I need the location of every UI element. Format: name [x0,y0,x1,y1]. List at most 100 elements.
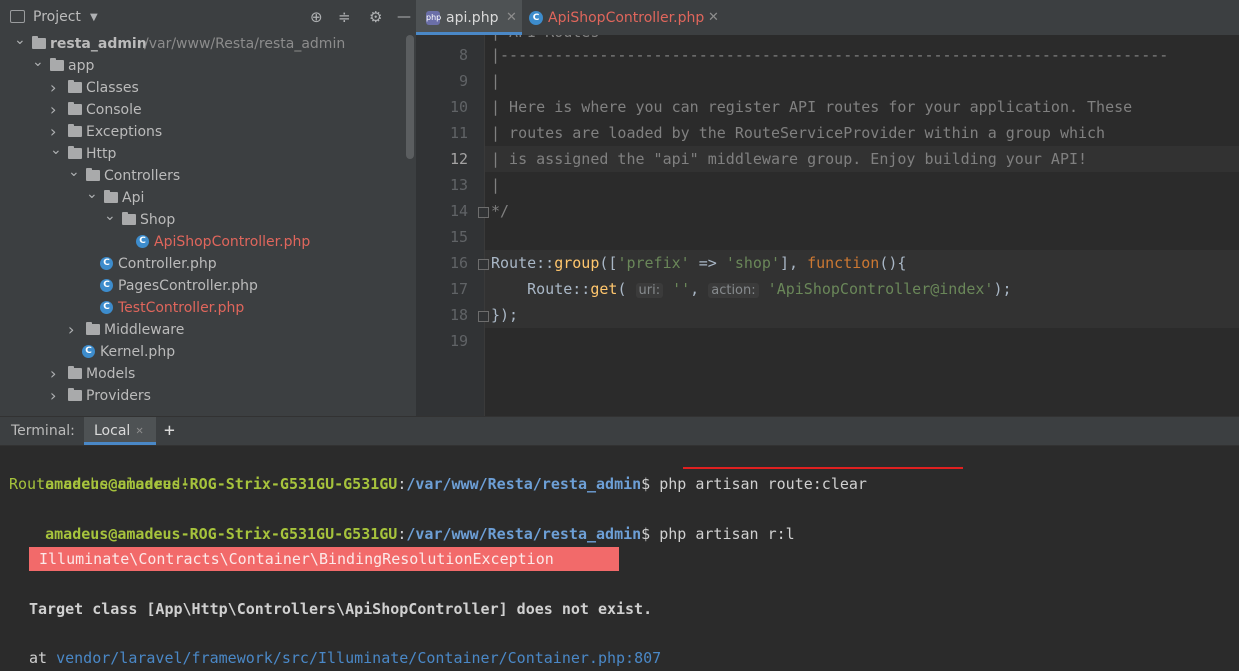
tree-folder-app[interactable]: ⌄ app [0,54,400,77]
tree-file-apishopcontroller-php[interactable]: C ApiShopController.php [0,231,400,253]
tree-item-label: PagesController.php [118,278,258,294]
parameter-hint: action: [708,283,759,298]
line-number: 13 [449,176,468,194]
code-token: => [689,254,726,272]
folder-icon [68,388,82,401]
tree-folder-providers[interactable]: › Providers [0,385,400,407]
folder-icon [104,190,118,203]
prompt-dollar: $ [641,475,651,493]
folder-icon [50,58,64,71]
trace-path[interactable]: vendor/laravel/framework/src/Illuminate/… [56,649,661,667]
tree-folder-console[interactable]: › Console [0,99,400,121]
code-token: ); [993,280,1012,298]
line-number: 12 [449,150,468,168]
tree-file-testcontroller-php[interactable]: C TestController.php [0,297,400,319]
class-file-icon: C [136,235,149,248]
gutter-separator [484,35,485,416]
editor-tab-bar: php api.php ✕ C ApiShopController.php ✕ [416,0,1239,36]
error-message: Target class [App\Http\Controllers\ApiSh… [29,600,653,618]
folder-icon [68,80,82,93]
close-icon[interactable]: ✕ [708,0,719,36]
line-number: 11 [449,124,468,142]
chevron-right-icon[interactable]: › [50,99,62,121]
chevron-down-icon[interactable]: ⌄ [14,29,26,51]
code-token: function [807,254,880,272]
tree-item-label: resta_admin [50,36,147,52]
tree-folder-controllers[interactable]: ⌄ Controllers [0,164,400,187]
chevron-right-icon[interactable]: › [50,363,62,385]
tab-apishopcontroller[interactable]: C ApiShopController.php ✕ [523,0,723,35]
tree-folder-api[interactable]: ⌄ Api [0,186,400,209]
code-line: | Here is where you can register API rou… [491,98,1133,116]
code-editor[interactable]: 8910111213141516171819 | API Routes |---… [416,35,1239,416]
project-scrollbar[interactable] [406,35,414,159]
folder-icon [86,168,100,181]
gear-icon[interactable]: ⚙ [369,8,382,26]
collapse-all-icon[interactable]: ≑ [338,8,351,26]
prompt-colon: : [397,475,407,493]
terminal-command-line: amadeus@amadeus-ROG-Strix-G531GU-G531GU:… [9,497,795,543]
fold-marker-icon[interactable] [478,207,489,218]
prompt-user: amadeus@amadeus-ROG-Strix-G531GU-G531GU [45,525,398,543]
chevron-right-icon[interactable]: › [68,319,80,341]
tab-local[interactable]: Local ✕ [84,417,156,445]
class-file-icon: C [82,345,95,358]
code-token: , [690,280,709,298]
code-token: ( [617,280,636,298]
tree-item-label: Middleware [104,322,185,338]
tree-folder-shop[interactable]: ⌄ Shop [0,208,400,231]
tab-api-php[interactable]: php api.php ✕ [416,0,522,35]
tree-folder-models[interactable]: › Models [0,363,400,385]
locate-icon[interactable]: ⊕ [310,8,323,26]
tree-item-label: Shop [140,212,176,228]
code-token: ([ [599,254,618,272]
chevron-down-icon[interactable]: ⌄ [50,139,62,161]
code-token: (){ [879,254,907,272]
chevron-down-icon[interactable]: ⌄ [104,205,116,227]
tree-file-kernel-php[interactable]: C Kernel.php [0,341,400,363]
tree-item-label: Http [86,146,117,162]
line-number: 8 [458,46,468,64]
tab-label: ApiShopController.php [548,10,705,26]
tree-folder-middleware[interactable]: › Middleware [0,319,400,341]
line-number: 9 [458,72,468,90]
tree-folder-classes[interactable]: › Classes [0,77,400,99]
tree-item-label: app [68,58,95,74]
chevron-right-icon[interactable]: › [50,77,62,99]
code-token: 'ApiShopController@index' [767,280,994,298]
tree-item-label: TestController.php [118,300,245,316]
tree-file-pagescontroller-php[interactable]: C PagesController.php [0,275,400,297]
exception-title: Illuminate\Contracts\Container\BindingRe… [39,550,554,568]
tree-folder-http[interactable]: ⌄ Http [0,142,400,165]
folder-icon [86,322,100,335]
chevron-down-icon[interactable]: ▼ [90,12,98,23]
active-tab-indicator [84,442,156,445]
hide-panel-icon[interactable]: — [397,8,411,26]
line-number: 17 [449,280,468,298]
close-icon[interactable]: ✕ [136,423,143,437]
chevron-right-icon[interactable]: › [50,385,62,407]
line-number: 16 [449,254,468,272]
project-panel-title[interactable]: Project [33,9,81,25]
terminal-tab-label: Local [94,423,131,439]
chevron-down-icon[interactable]: ⌄ [86,183,98,205]
code-line: |---------------------------------------… [491,46,1169,64]
line-number-gutter: 8 9 10 11 12 13 14 15 16 17 18 19 [416,35,484,416]
folder-icon [32,36,46,49]
tree-item-label: Controller.php [118,256,217,272]
close-icon[interactable]: ✕ [506,0,517,36]
code-token: Route [491,254,537,272]
chevron-down-icon[interactable]: ⌄ [68,161,80,183]
tree-folder-resta_admin[interactable]: ⌄ resta_admin/var/www/Resta/resta_admin [0,32,400,55]
tree-item-label: Classes [86,80,139,96]
tree-file-controller-php[interactable]: C Controller.php [0,253,400,275]
fold-marker-icon[interactable] [478,311,489,322]
folder-icon [122,212,136,225]
chevron-down-icon[interactable]: ⌄ [32,51,44,73]
terminal-panel: Terminal: Local ✕ + amadeus@amadeus-ROG-… [0,416,1239,667]
fold-marker-icon[interactable] [478,259,489,270]
folder-icon [68,102,82,115]
add-tab-icon[interactable]: + [164,420,175,441]
code-line: | is assigned the "api" middleware group… [491,150,1088,168]
code-token: group [554,254,600,272]
